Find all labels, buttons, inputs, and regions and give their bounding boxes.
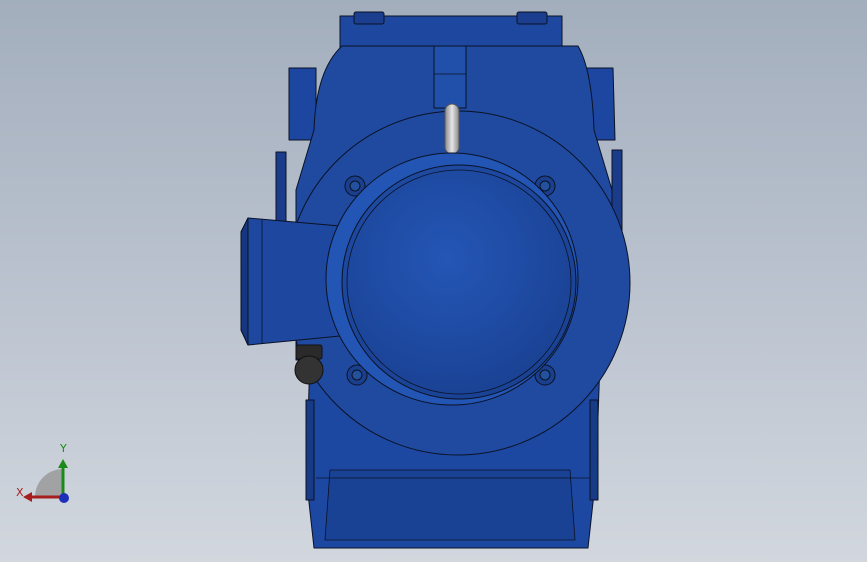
graphics-viewport[interactable]: X Y	[0, 0, 867, 562]
y-arrow-head-icon	[58, 459, 68, 468]
lower-housing-foot	[324, 469, 576, 541]
left-side-flange	[288, 67, 317, 141]
housing-center-rib	[433, 45, 467, 109]
cover-bolt-left	[353, 11, 385, 25]
cover-bolt-right	[516, 11, 548, 25]
y-axis-label: Y	[60, 442, 67, 455]
lower-side-rib-left	[305, 399, 315, 501]
left-rib-upper	[275, 151, 287, 231]
z-axis-dot-icon	[59, 493, 69, 503]
terminal-box	[240, 217, 341, 346]
motor-end-cap	[341, 164, 577, 400]
lower-side-rib-right	[589, 399, 599, 501]
triad-plane-icon	[35, 469, 63, 497]
cable-gland	[294, 344, 324, 385]
x-arrow-head-icon	[23, 492, 32, 502]
lifting-eye	[444, 103, 460, 155]
gear-motor-model[interactable]	[0, 0, 867, 562]
x-axis-label: X	[16, 486, 24, 499]
coordinate-triad: X Y	[10, 440, 80, 510]
